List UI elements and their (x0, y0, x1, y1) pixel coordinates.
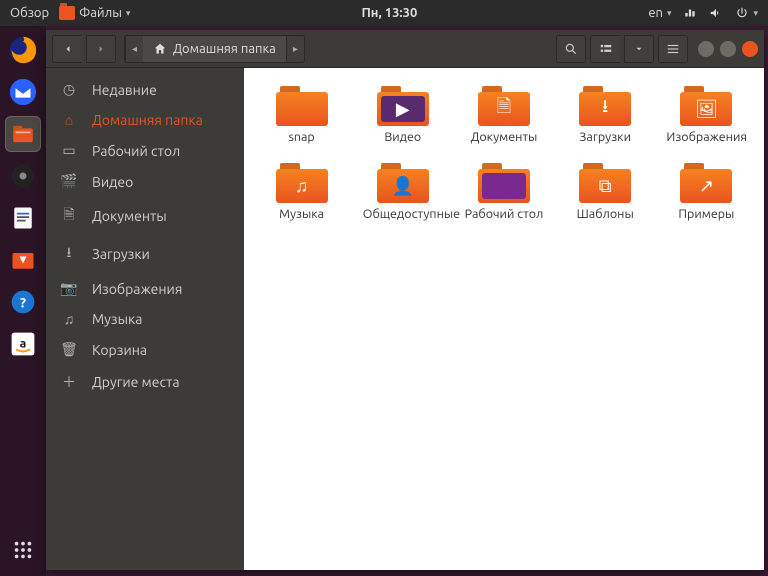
path-prev-button[interactable]: ◂ (125, 36, 143, 62)
dock-help[interactable]: ? (5, 284, 41, 320)
folder-icon: ↗ (680, 163, 732, 203)
folder-videos[interactable]: ▶Видео (355, 82, 450, 149)
power-icon[interactable]: ▾ (735, 6, 758, 20)
sidebar-item-label: Музыка (92, 311, 142, 327)
hamburger-menu-button[interactable] (658, 35, 688, 63)
minimize-button[interactable] (698, 41, 714, 57)
sidebar-item-label: Домашняя папка (92, 112, 203, 128)
sidebar-item-label: Изображения (92, 281, 182, 297)
network-icon[interactable] (683, 6, 697, 20)
folder-icon: ▶ (377, 86, 429, 126)
folder-public[interactable]: 👤Общедоступные (355, 159, 450, 226)
sidebar-item-recent[interactable]: ◷ Недавние (46, 74, 244, 105)
camera-icon: 📷 (60, 280, 78, 297)
home-icon: ⌂ (60, 112, 78, 128)
sidebar-item-trash[interactable]: 🗑 Корзина (46, 334, 244, 365)
folder-templates[interactable]: ⧉Шаблоны (558, 159, 653, 226)
maximize-button[interactable] (720, 41, 736, 57)
volume-icon[interactable] (709, 6, 723, 20)
window-controls (698, 41, 758, 57)
folder-downloads[interactable]: ⭳Загрузки (558, 82, 653, 149)
sidebar-item-desktop[interactable]: ▭ Рабочий стол (46, 135, 244, 166)
sidebar-item-label: Другие места (92, 374, 180, 390)
folder-icon: 🖼 (680, 86, 732, 126)
dock-files[interactable] (5, 116, 41, 152)
desktop: ? a ◂ Домашняя папка ▸ (0, 26, 768, 576)
back-button[interactable] (52, 35, 82, 63)
activities-label: Обзор (10, 6, 49, 20)
svg-text:?: ? (20, 294, 26, 310)
folder-desktop[interactable]: Рабочий стол (456, 159, 551, 226)
sidebar: ◷Недавние ⌂Домашняя папка ▭Рабочий стол … (46, 68, 244, 570)
sidebar-item-home[interactable]: ⌂ Домашняя папка (46, 105, 244, 135)
sidebar-item-music[interactable]: ♫ Музыка (46, 304, 244, 334)
folder-music[interactable]: ♫Музыка (254, 159, 349, 226)
desktop-icon: ▭ (60, 142, 78, 159)
folder-icon: ⭳ (579, 86, 631, 126)
toolbar: ◂ Домашняя папка ▸ (46, 30, 764, 68)
path-next-button[interactable]: ▸ (286, 36, 304, 62)
search-button[interactable] (556, 35, 586, 63)
show-applications-button[interactable] (5, 532, 41, 568)
sidebar-item-label: Загрузки (92, 246, 150, 262)
music-icon: ♫ (60, 311, 78, 327)
sidebar-item-label: Видео (92, 174, 133, 190)
close-button[interactable] (742, 41, 758, 57)
folder-icon: ⧉ (579, 163, 631, 203)
dock-libreoffice[interactable] (5, 200, 41, 236)
svg-text:a: a (20, 338, 27, 351)
chevron-down-icon: ▾ (753, 8, 758, 19)
dock-software[interactable] (5, 242, 41, 278)
breadcrumb-label: Домашняя папка (173, 42, 276, 56)
document-icon: 🗎 (60, 204, 78, 228)
top-panel: Обзор Файлы ▾ Пн, 13:30 en▾ ▾ (0, 0, 768, 26)
dock-amazon[interactable]: a (5, 326, 41, 362)
folder-documents[interactable]: 🗎Документы (456, 82, 551, 149)
trash-icon: 🗑 (60, 341, 78, 358)
folder-icon: ♫ (276, 163, 328, 203)
pathbar: ◂ Домашняя папка ▸ (124, 35, 305, 63)
sidebar-item-pictures[interactable]: 📷 Изображения (46, 273, 244, 304)
sidebar-item-label: Недавние (92, 82, 157, 98)
activities-button[interactable]: Обзор (10, 6, 49, 20)
home-icon (153, 42, 167, 56)
sidebar-item-label: Документы (92, 208, 167, 224)
dock-firefox[interactable] (5, 32, 41, 68)
dock: ? a (0, 26, 46, 576)
folder-examples[interactable]: ↗Примеры (659, 159, 754, 226)
files-window: ◂ Домашняя папка ▸ ◷Недавние ⌂Домашн (46, 30, 764, 570)
plus-icon: ＋ (60, 372, 78, 392)
view-dropdown-button[interactable] (624, 35, 654, 63)
view-list-button[interactable] (590, 35, 620, 63)
sidebar-item-downloads[interactable]: ⭳ Загрузки (46, 235, 244, 273)
sidebar-item-videos[interactable]: 🎬 Видео (46, 166, 244, 197)
files-icon (59, 6, 75, 20)
folder-icon: 👤 (377, 163, 429, 203)
folder-snap[interactable]: snap (254, 82, 349, 149)
sidebar-item-label: Корзина (92, 342, 147, 358)
chevron-down-icon: ▾ (667, 8, 672, 19)
input-source[interactable]: en▾ (648, 6, 671, 20)
app-menu-label: Файлы (79, 6, 122, 20)
download-icon: ⭳ (60, 242, 78, 266)
folder-pictures[interactable]: 🖼Изображения (659, 82, 754, 149)
folder-icon: 🗎 (478, 86, 530, 126)
folder-icon (276, 86, 328, 126)
breadcrumb-home[interactable]: Домашняя папка (143, 36, 286, 62)
sidebar-item-documents[interactable]: 🗎 Документы (46, 197, 244, 235)
app-menu[interactable]: Файлы ▾ (59, 6, 130, 20)
dock-rhythmbox[interactable] (5, 158, 41, 194)
content-area: snap ▶Видео 🗎Документы ⭳Загрузки 🖼Изобра… (244, 68, 764, 570)
folder-grid: snap ▶Видео 🗎Документы ⭳Загрузки 🖼Изобра… (254, 82, 754, 226)
chevron-down-icon: ▾ (126, 8, 131, 19)
clock[interactable]: Пн, 13:30 (138, 6, 640, 20)
sidebar-item-other[interactable]: ＋ Другие места (46, 365, 244, 399)
sidebar-item-label: Рабочий стол (92, 143, 180, 159)
forward-button[interactable] (86, 35, 116, 63)
folder-icon (478, 163, 530, 203)
clock-icon: ◷ (60, 81, 78, 98)
dock-thunderbird[interactable] (5, 74, 41, 110)
video-icon: 🎬 (60, 173, 78, 190)
